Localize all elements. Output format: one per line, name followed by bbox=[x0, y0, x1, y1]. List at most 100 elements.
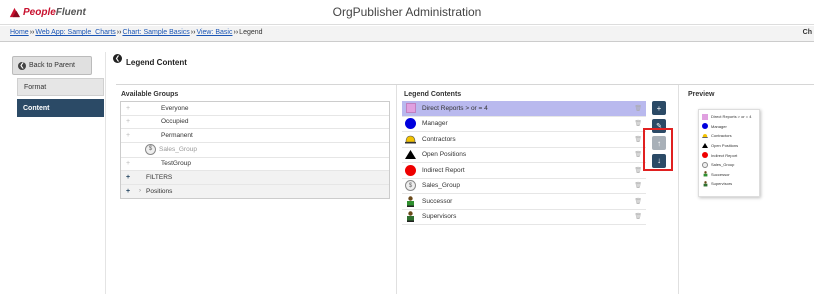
legend-preview: Direct Reports > or = 4 Manager Contract… bbox=[698, 109, 760, 197]
preview-row: Direct Reports > or = 4 bbox=[702, 112, 756, 122]
section-label: FILTERS bbox=[146, 173, 173, 181]
trash-icon[interactable]: 🗑 bbox=[634, 182, 642, 189]
breadcrumb-item: Legend bbox=[239, 29, 263, 36]
add-icon[interactable]: + bbox=[121, 105, 135, 112]
breadcrumb-bar: Home››Web App: Sample_Charts››Chart: Sam… bbox=[0, 26, 814, 42]
legend-row-open-positions[interactable]: Open Positions 🗑 bbox=[402, 148, 646, 163]
preview-row-label: Sales_Group bbox=[711, 162, 735, 168]
breadcrumb-item[interactable]: View: Basic bbox=[196, 29, 232, 36]
trash-icon[interactable]: 🗑 bbox=[634, 105, 642, 112]
group-label: Occupied bbox=[161, 118, 189, 126]
add-icon[interactable]: + bbox=[121, 188, 135, 195]
trash-icon[interactable]: 🗑 bbox=[634, 120, 642, 127]
breadcrumb-separator: ›› bbox=[190, 29, 196, 36]
column-divider bbox=[396, 85, 397, 294]
breadcrumb-item[interactable]: Home bbox=[10, 29, 29, 36]
red-circle-icon bbox=[702, 152, 708, 159]
preview-row-label: Supervisors bbox=[711, 181, 733, 187]
legend-row-label: Supervisors bbox=[422, 213, 457, 221]
pink-square-icon bbox=[405, 103, 416, 114]
preview-row-label: Contractors bbox=[711, 133, 732, 139]
legend-contents-header: Legend Contents bbox=[404, 91, 462, 98]
legend-row-label: Successor bbox=[422, 197, 453, 205]
hardhat-icon bbox=[702, 133, 708, 139]
breadcrumb: Home››Web App: Sample_Charts››Chart: Sam… bbox=[10, 29, 263, 36]
legend-row-sales-group[interactable]: $ Sales_Group 🗑 bbox=[402, 179, 646, 194]
preview-row: Successor bbox=[702, 170, 756, 180]
trash-icon[interactable]: 🗑 bbox=[634, 213, 642, 220]
preview-row-label: Direct Reports > or = 4 bbox=[711, 114, 752, 120]
preview-row-label: Successor bbox=[711, 171, 730, 177]
pink-square-icon bbox=[702, 113, 708, 120]
group-row-everyone[interactable]: + Everyone bbox=[121, 102, 389, 116]
back-to-parent-button[interactable]: ❮ Back to Parent bbox=[12, 56, 92, 75]
trash-icon[interactable]: 🗑 bbox=[634, 151, 642, 158]
add-button[interactable]: + bbox=[652, 101, 666, 115]
blue-circle-icon bbox=[405, 118, 416, 130]
add-icon[interactable]: + bbox=[121, 160, 135, 167]
group-label: Permanent bbox=[161, 131, 193, 139]
red-circle-icon bbox=[405, 164, 416, 176]
successor-person-icon bbox=[702, 171, 708, 177]
dollar-icon: $ bbox=[145, 143, 156, 155]
legend-row-label: Indirect Report bbox=[422, 166, 465, 174]
group-section-positions[interactable]: + › Positions bbox=[121, 184, 389, 198]
breadcrumb-separator: ›› bbox=[29, 29, 35, 36]
plus-icon: + bbox=[656, 103, 662, 113]
legend-row-supervisors[interactable]: Supervisors 🗑 bbox=[402, 210, 646, 225]
trash-icon[interactable]: 🗑 bbox=[634, 136, 642, 143]
dollar-icon: $ bbox=[405, 180, 416, 192]
trash-icon[interactable]: 🗑 bbox=[634, 198, 642, 205]
legend-contents-list: Direct Reports > or = 4 🗑 Manager 🗑 Cont… bbox=[402, 101, 646, 225]
breadcrumb-separator: ›› bbox=[116, 29, 122, 36]
legend-row-label: Direct Reports > or = 4 bbox=[422, 104, 488, 112]
successor-person-icon bbox=[405, 196, 416, 207]
preview-header: Preview bbox=[688, 91, 715, 98]
chevron-left-icon: ❮ bbox=[18, 61, 26, 70]
column-divider bbox=[678, 85, 679, 294]
breadcrumb-item[interactable]: Chart: Sample Basics bbox=[122, 29, 189, 36]
group-row-testgroup[interactable]: + TestGroup bbox=[121, 158, 389, 171]
available-groups-list: + Everyone + Occupied + Permanent $ Sales_Gr… bbox=[120, 101, 390, 199]
group-label: TestGroup bbox=[161, 160, 191, 168]
nav-item-format[interactable]: Format bbox=[17, 78, 104, 96]
page-title: Legend Content bbox=[126, 58, 187, 67]
top-bar: People Fluent OrgPublisher Administration bbox=[0, 0, 814, 25]
dollar-icon bbox=[702, 161, 708, 168]
add-icon[interactable]: + bbox=[121, 132, 135, 139]
legend-row-direct-reports[interactable]: Direct Reports > or = 4 🗑 bbox=[402, 101, 646, 117]
legend-row-label: Open Positions bbox=[422, 151, 467, 159]
preview-row-label: Indirect Report bbox=[711, 152, 738, 158]
supervisor-person-icon bbox=[405, 211, 416, 223]
blue-circle-icon bbox=[702, 123, 708, 130]
hardhat-icon bbox=[405, 134, 416, 145]
chevron-right-icon[interactable]: › bbox=[139, 188, 141, 194]
back-to-parent-label: Back to Parent bbox=[29, 62, 75, 69]
group-label: Everyone bbox=[161, 104, 189, 112]
group-row-occupied[interactable]: + Occupied bbox=[121, 116, 389, 129]
collapse-toggle[interactable]: ❮ bbox=[113, 54, 122, 63]
add-icon[interactable]: + bbox=[121, 174, 135, 181]
preview-row: Manager bbox=[702, 122, 756, 132]
group-section-filters[interactable]: + FILTERS bbox=[121, 171, 389, 185]
chevron-left-circle-icon[interactable]: ❮ bbox=[113, 54, 122, 63]
preview-row-label: Manager bbox=[711, 123, 727, 129]
legend-row-successor[interactable]: Successor 🗑 bbox=[402, 194, 646, 210]
preview-row: Indirect Report bbox=[702, 150, 756, 160]
add-icon[interactable]: + bbox=[121, 118, 135, 125]
preview-row: Supervisors bbox=[702, 179, 756, 189]
supervisor-person-icon bbox=[702, 181, 708, 187]
divider bbox=[116, 84, 814, 85]
left-nav-panel: ❮ Back to Parent Format Content bbox=[9, 52, 106, 294]
legend-row-indirect-report[interactable]: Indirect Report 🗑 bbox=[402, 163, 646, 179]
legend-row-contractors[interactable]: Contractors 🗑 bbox=[402, 132, 646, 148]
legend-row-label: Manager bbox=[422, 120, 448, 128]
trash-icon[interactable]: 🗑 bbox=[634, 167, 642, 174]
breadcrumb-separator: ›› bbox=[233, 29, 239, 36]
breadcrumb-item[interactable]: Web App: Sample_Charts bbox=[35, 29, 115, 36]
legend-row-manager[interactable]: Manager 🗑 bbox=[402, 117, 646, 132]
nav-item-content[interactable]: Content bbox=[17, 99, 104, 117]
group-row-sales-group: $ Sales_Group bbox=[121, 143, 389, 158]
nav-item-format-label: Format bbox=[24, 83, 47, 91]
group-row-permanent[interactable]: + Permanent bbox=[121, 129, 389, 143]
